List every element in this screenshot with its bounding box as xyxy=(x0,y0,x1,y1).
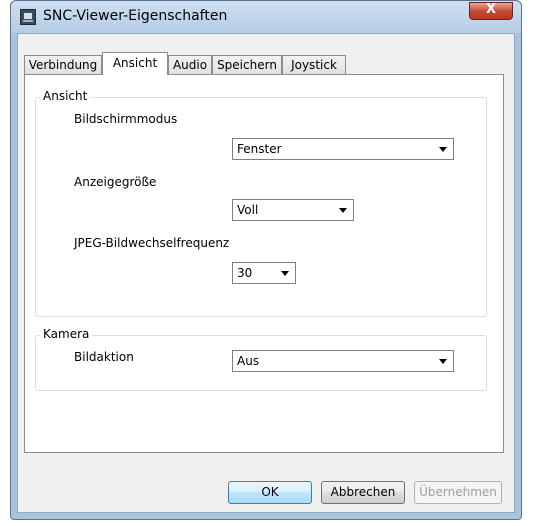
screen-mode-value: Fenster xyxy=(237,142,282,156)
tab-panel-ansicht: Ansicht Bildschirmmodus Fenster Anzeigeg… xyxy=(24,74,504,453)
app-icon xyxy=(20,9,36,25)
apply-button[interactable]: Übernehmen xyxy=(414,481,502,504)
screen-mode-label: Bildschirmmodus xyxy=(74,112,178,126)
jpeg-rate-select[interactable]: 30 xyxy=(232,262,296,284)
dialog-client: Verbindung Ansicht Audio Speichern Joyst… xyxy=(17,33,515,513)
display-size-value: Voll xyxy=(237,203,259,217)
chevron-down-icon xyxy=(439,147,447,152)
tab-verbindung[interactable]: Verbindung xyxy=(24,55,102,74)
tab-speichern[interactable]: Speichern xyxy=(212,55,282,74)
screen-mode-select[interactable]: Fenster xyxy=(232,138,454,160)
properties-dialog: SNC-Viewer-Eigenschaften X Verbindung An… xyxy=(10,0,522,520)
image-action-value: Aus xyxy=(237,354,260,368)
group-kamera: Kamera Bildaktion Aus xyxy=(35,327,487,391)
chevron-down-icon xyxy=(339,208,347,213)
image-action-label: Bildaktion xyxy=(74,350,134,364)
window-title: SNC-Viewer-Eigenschaften xyxy=(43,8,228,24)
chevron-down-icon xyxy=(439,359,447,364)
jpeg-rate-label: JPEG-Bildwechselfrequenz xyxy=(74,236,230,250)
chevron-down-icon xyxy=(281,271,289,276)
title-bar[interactable]: SNC-Viewer-Eigenschaften X xyxy=(11,1,521,33)
tab-audio[interactable]: Audio xyxy=(168,55,212,74)
tab-joystick[interactable]: Joystick xyxy=(282,55,346,74)
close-button[interactable]: X xyxy=(469,2,513,20)
jpeg-rate-value: 30 xyxy=(237,266,253,280)
close-icon: X xyxy=(485,2,497,17)
ok-button[interactable]: OK xyxy=(228,481,312,504)
image-action-select[interactable]: Aus xyxy=(232,350,454,372)
group-ansicht: Ansicht Bildschirmmodus Fenster Anzeigeg… xyxy=(35,89,487,317)
cancel-button[interactable]: Abbrechen xyxy=(321,481,405,504)
tab-ansicht[interactable]: Ansicht xyxy=(102,52,168,75)
display-size-label: Anzeigegröße xyxy=(74,175,157,189)
group-ansicht-label: Ansicht xyxy=(40,89,91,103)
group-kamera-label: Kamera xyxy=(40,327,93,341)
display-size-select[interactable]: Voll xyxy=(232,199,354,221)
